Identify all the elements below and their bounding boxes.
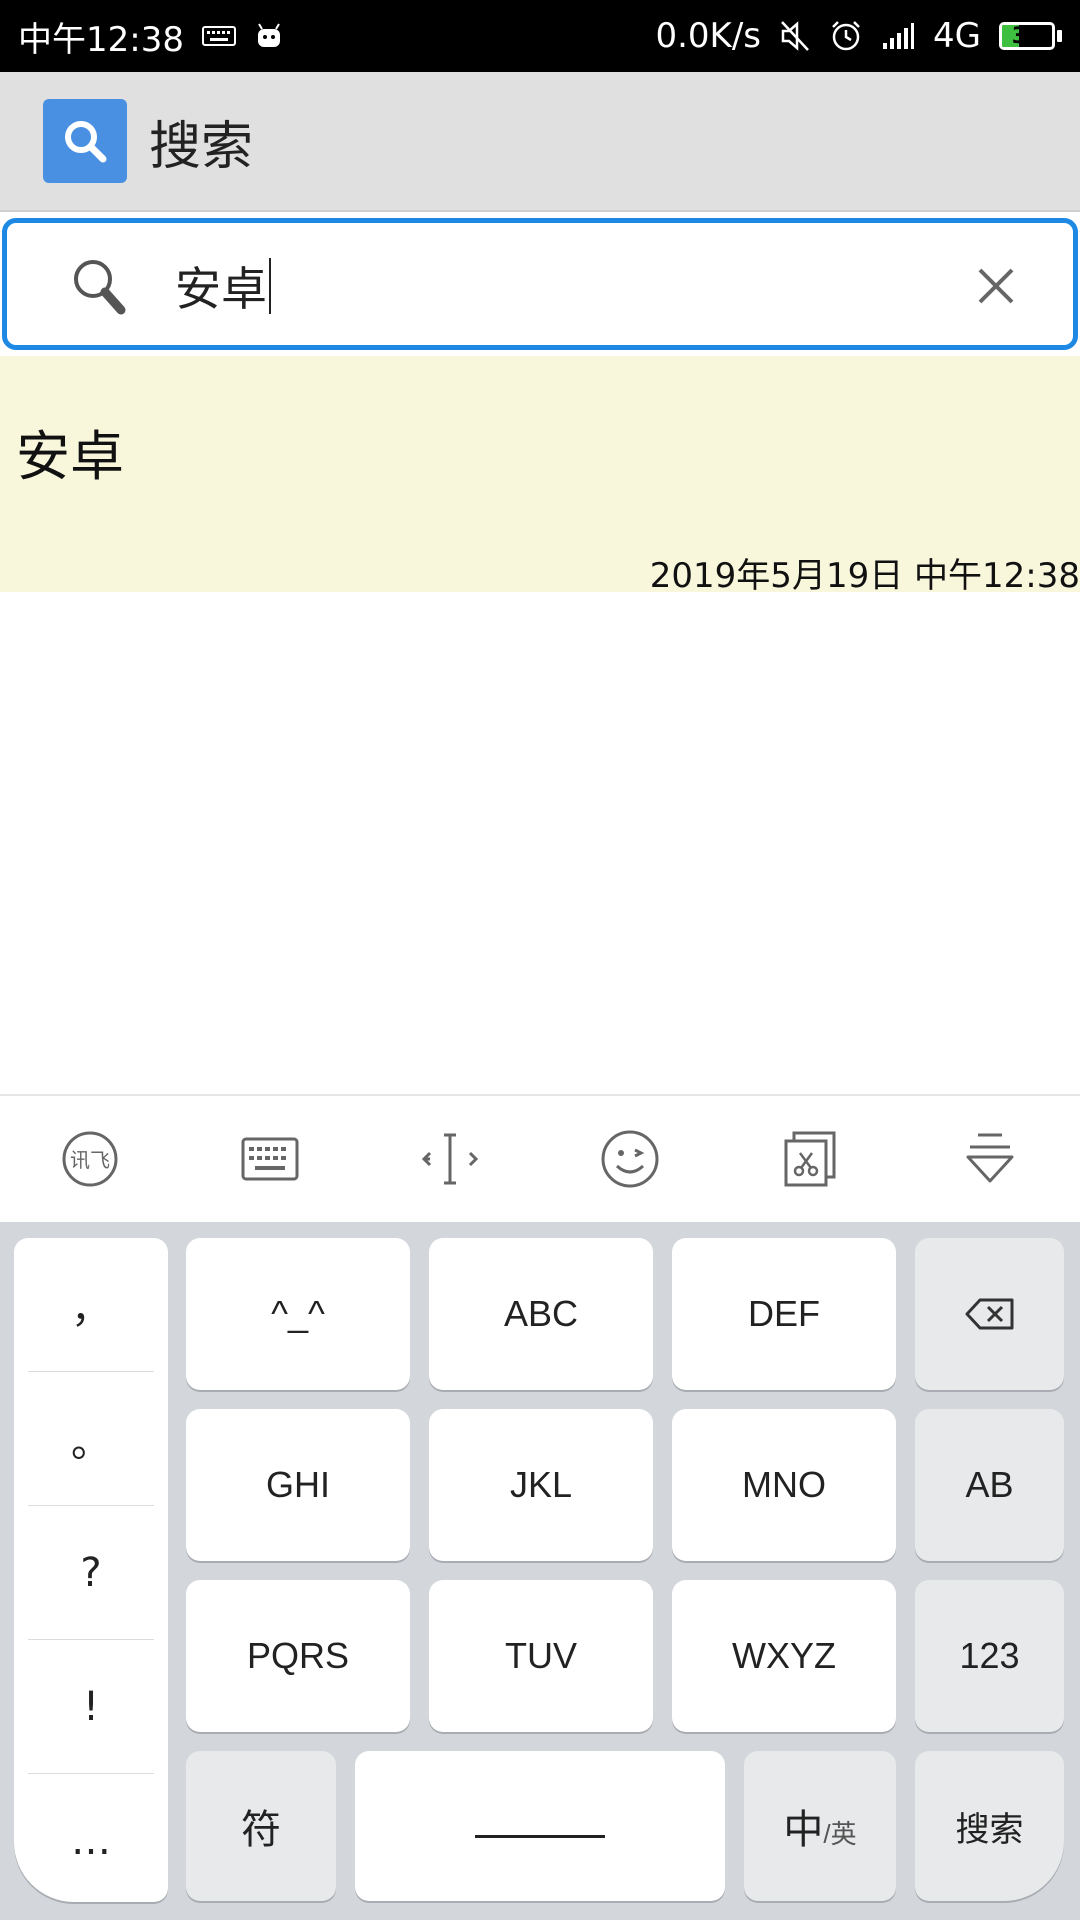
keyboard-icon[interactable] — [230, 1119, 310, 1199]
key-jkl[interactable]: JKL — [429, 1409, 653, 1561]
backspace-button[interactable] — [915, 1238, 1064, 1390]
page-title: 搜索 — [149, 116, 254, 177]
result-timestamp: 2019年5月19日 中午12:38 — [649, 556, 1080, 596]
key-mno[interactable]: MNO — [672, 1409, 896, 1561]
lang-en-label: 英 — [830, 1819, 857, 1849]
key-ghi[interactable]: GHI — [186, 1409, 410, 1561]
alarm-icon — [829, 19, 863, 53]
mute-icon — [779, 19, 811, 53]
space-bar-icon — [475, 1834, 605, 1838]
lang-switch-button[interactable]: 中/英 — [744, 1751, 896, 1901]
status-right: 0.0K/s 4G 33 — [655, 16, 1062, 56]
key-wxyz[interactable]: WXYZ — [672, 1580, 896, 1732]
search-icon — [43, 99, 127, 183]
punctuation-column: ， 。 ? ! … — [14, 1238, 168, 1902]
cursor-move-icon[interactable] — [410, 1119, 490, 1199]
app-bar: 搜索 — [0, 72, 1080, 212]
battery-icon: 33 — [999, 22, 1062, 50]
search-input-value: 安卓 — [175, 262, 267, 316]
xunfei-icon[interactable]: 讯飞 — [50, 1119, 130, 1199]
key-emoticon[interactable]: ^_^ — [186, 1238, 410, 1390]
punct-key-exclaim[interactable]: ! — [28, 1640, 154, 1774]
key-123[interactable]: 123 — [915, 1580, 1064, 1732]
emoji-icon[interactable] — [590, 1119, 670, 1199]
keyboard: ， 。 ? ! … ^_^ ABC DEF GHI JKL MNO AB PQR… — [0, 1222, 1080, 1920]
punct-key-question[interactable]: ? — [28, 1506, 154, 1640]
backspace-icon — [965, 1298, 1013, 1330]
signal-icon — [881, 21, 915, 51]
result-item[interactable]: 安卓 2019年5月19日 中午12:38 — [0, 356, 1080, 596]
clear-button[interactable] — [969, 259, 1023, 313]
result-title: 安卓 — [16, 425, 124, 488]
punct-key-period[interactable]: 。 — [28, 1372, 154, 1506]
network-type: 4G — [933, 16, 981, 56]
status-left: 中午12:38 — [18, 12, 284, 61]
search-button[interactable]: 搜索 — [915, 1751, 1064, 1901]
status-time: 中午12:38 — [18, 19, 184, 60]
svg-text:讯飞: 讯飞 — [70, 1148, 110, 1172]
collapse-keyboard-icon[interactable] — [950, 1119, 1030, 1199]
space-button[interactable] — [355, 1751, 725, 1901]
status-bar: 中午12:38 0.0K/s 4G 33 — [0, 0, 1080, 72]
key-def[interactable]: DEF — [672, 1238, 896, 1390]
status-speed: 0.0K/s — [655, 16, 762, 56]
magnifier-icon — [69, 255, 129, 321]
android-icon — [254, 21, 284, 51]
clipboard-icon[interactable] — [770, 1119, 850, 1199]
keyboard-toolbar: 讯飞 — [0, 1094, 1080, 1222]
text-caret — [269, 258, 271, 314]
battery-level: 33 — [1011, 23, 1043, 49]
close-icon — [978, 268, 1014, 304]
key-symbol[interactable]: 符 — [186, 1751, 336, 1901]
punct-key-ellipsis[interactable]: … — [28, 1774, 154, 1908]
search-input[interactable]: 安卓 — [175, 251, 875, 321]
key-tuv[interactable]: TUV — [429, 1580, 653, 1732]
keyboard-icon — [201, 25, 236, 47]
punct-key-comma[interactable]: ， — [28, 1238, 154, 1372]
search-box[interactable]: 安卓 — [2, 218, 1078, 350]
key-ab[interactable]: AB — [915, 1409, 1064, 1561]
key-abc[interactable]: ABC — [429, 1238, 653, 1390]
lang-zh-label: 中 — [783, 1808, 824, 1852]
key-pqrs[interactable]: PQRS — [186, 1580, 410, 1732]
